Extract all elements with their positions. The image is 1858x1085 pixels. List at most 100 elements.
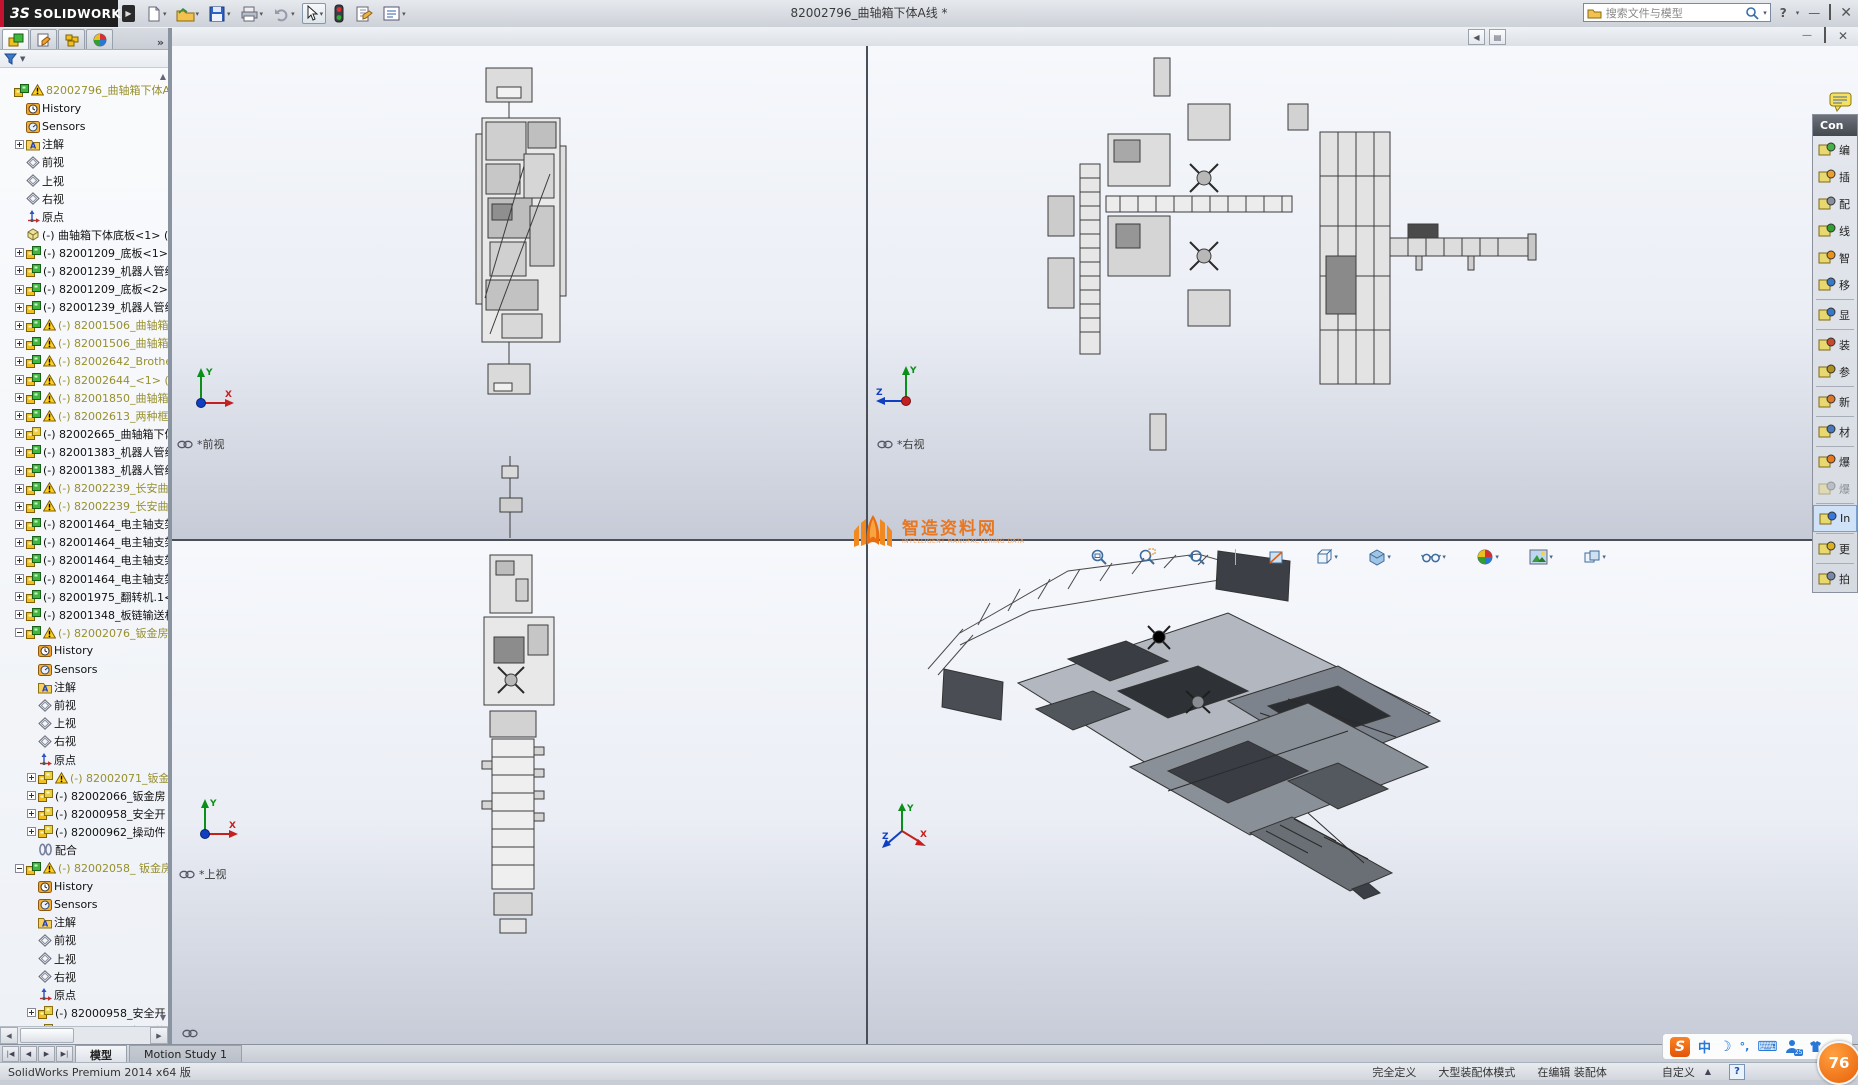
tree-row[interactable]: 前视 (0, 931, 168, 949)
tree-row[interactable]: (-) 82000958_安全开 (0, 1004, 168, 1022)
tree-row[interactable]: (-) 82002071_钣金 (0, 769, 168, 787)
previous-view-button[interactable] (1187, 548, 1205, 566)
tree-row[interactable]: 上视 (0, 714, 168, 732)
reference-geometry-button[interactable]: 参 (1813, 358, 1857, 385)
exploded-view-button[interactable]: 爆 (1813, 448, 1857, 475)
custom-status-expand-icon[interactable]: ▲ (1705, 1067, 1711, 1076)
tree-row[interactable]: (-) 82001464_电主轴支架 (0, 570, 168, 588)
filter-dropdown-icon[interactable]: ▼ (20, 55, 25, 63)
expand-icon[interactable] (14, 302, 24, 312)
tree-row[interactable]: (-) 82001209_底板<1> ( (0, 244, 168, 262)
menu-flyout-arrow-icon[interactable]: ▶ (122, 5, 135, 22)
panel-splitter[interactable] (168, 28, 172, 1044)
doc-minimize-button[interactable]: — (1802, 30, 1812, 42)
viewport-front[interactable]: Y X (172, 46, 866, 539)
tree-row[interactable]: (-) 82001348_板链输送机 (0, 606, 168, 624)
open-button[interactable]: ▾ (174, 4, 202, 24)
zoom-area-button[interactable] (1138, 548, 1156, 566)
insert-components-button[interactable]: 插 (1813, 163, 1857, 190)
doc-restore-button[interactable] (1823, 27, 1826, 43)
view-orientation-button[interactable]: ▾ (1315, 548, 1338, 566)
tree-row[interactable]: (-) 82001239_机器人管线 (0, 298, 168, 316)
ime-language-toggle[interactable]: 中 (1698, 1037, 1711, 1056)
section-view-button[interactable] (1267, 548, 1285, 566)
viewport-top[interactable]: Y X (172, 541, 866, 1044)
tree-row[interactable]: (-) 82001383_机器人管线 (0, 443, 168, 461)
tree-row[interactable]: (-) 82000958_安全开 (0, 805, 168, 823)
custom-status-button[interactable]: 自定义 (1662, 1064, 1695, 1080)
apply-scene-button[interactable]: ▾ (1529, 549, 1553, 565)
expand-icon[interactable] (14, 284, 24, 294)
tree-row[interactable]: (-) 82001464_电主轴支架 (0, 551, 168, 569)
expand-icon[interactable] (14, 555, 24, 565)
viewport-isometric[interactable]: Y X Z (868, 541, 1858, 1044)
tab-featuremanager[interactable] (2, 29, 29, 49)
tree-row[interactable]: 右视 (0, 732, 168, 750)
tree-row[interactable]: A 注解 (0, 678, 168, 696)
tree-row[interactable]: Sensors (0, 895, 168, 913)
collapse-icon[interactable] (14, 628, 24, 638)
select-button[interactable]: ▾ (301, 3, 327, 24)
assembly-features-button[interactable]: 装 (1813, 331, 1857, 358)
tree-row[interactable]: (-) 82001975_翻转机.1<1 (0, 588, 168, 606)
expand-icon[interactable] (26, 809, 36, 819)
tree-row[interactable]: (-) 82002613_两种框 (0, 407, 168, 425)
rebuild-button[interactable] (331, 3, 347, 24)
tree-row[interactable]: 前视 (0, 696, 168, 714)
help-dropdown-icon[interactable]: ▾ (1796, 9, 1800, 17)
ime-fullhalf-moon-icon[interactable]: ☽ (1719, 1039, 1732, 1055)
new-motion-study-button[interactable]: 新 (1813, 388, 1857, 415)
expand-icon[interactable] (14, 574, 24, 584)
tree-row[interactable]: (-) 曲轴箱下体底板<1> ( (0, 226, 168, 244)
tree-row[interactable]: (-) 82001464_电主轴支架 (0, 533, 168, 551)
search-dropdown-icon[interactable]: ▾ (1763, 9, 1767, 17)
tree-row[interactable]: (-) 82002058_ 钣金房 (0, 859, 168, 877)
viewport-right[interactable]: Y Z (868, 46, 1858, 539)
help-button[interactable]: ? (1780, 7, 1787, 19)
new-button[interactable]: ▾ (142, 4, 169, 24)
tab-model[interactable]: 模型 (75, 1045, 127, 1063)
restore-button[interactable] (1829, 4, 1832, 20)
tree-row[interactable]: 原点 (0, 208, 168, 226)
tree-row[interactable]: 右视 (0, 968, 168, 986)
expand-icon[interactable] (14, 248, 24, 258)
search-input[interactable]: 搜索文件与模型 ▾ (1582, 3, 1771, 22)
expand-icon[interactable] (14, 610, 24, 620)
tree-row[interactable]: Sensors (0, 660, 168, 678)
tab-scroll-first-button[interactable]: |◀ (2, 1046, 19, 1062)
tree-row[interactable]: 上视 (0, 171, 168, 189)
tree-row[interactable]: Sensors (0, 117, 168, 135)
tab-motion-study[interactable]: Motion Study 1 (129, 1045, 243, 1063)
save-button[interactable]: ▾ (206, 4, 233, 24)
tab-propertymanager[interactable] (30, 29, 57, 49)
ime-soft-keyboard-icon[interactable]: ⌨ (1757, 1039, 1777, 1055)
tree-scroll-up-icon[interactable]: ▲ (160, 72, 166, 81)
tab-scroll-left-button[interactable]: ◀ (20, 1046, 37, 1062)
scroll-left-icon[interactable]: ◀ (0, 1027, 18, 1044)
pane-scroll-left-button[interactable]: ◀ (1468, 29, 1485, 45)
options-button[interactable]: ▾ (380, 4, 408, 23)
show-hidden-components-button[interactable]: 显 (1813, 301, 1857, 328)
close-button[interactable]: ✕ (1840, 6, 1852, 20)
update-button[interactable]: 更 (1813, 535, 1857, 562)
collapse-icon[interactable] (14, 863, 24, 873)
tree-row[interactable]: (-) 82001383_机器人管线 (0, 461, 168, 479)
bill-of-materials-button[interactable]: 材 (1813, 418, 1857, 445)
comment-flyout-button[interactable] (1829, 92, 1853, 112)
tree-row[interactable]: (-) 82002644_<1> (默 (0, 371, 168, 389)
expand-icon[interactable] (26, 773, 36, 783)
notification-badge[interactable]: 76 (1817, 1041, 1858, 1085)
edit-appearance-button[interactable]: ▾ (1476, 548, 1499, 566)
expand-icon[interactable] (14, 375, 24, 385)
tree-row[interactable]: (-) 82002076_钣金房组 (0, 624, 168, 642)
tree-row[interactable]: History (0, 642, 168, 660)
tree-row[interactable]: 原点 (0, 986, 168, 1004)
tree-row[interactable]: 配合 (0, 841, 168, 859)
tree-row[interactable]: (-) 82002665_曲轴箱下体 (0, 425, 168, 443)
mate-button[interactable]: 配 (1813, 190, 1857, 217)
command-pane-header[interactable]: Con (1813, 115, 1857, 136)
edit-component-button[interactable]: 编 (1813, 136, 1857, 163)
tree-row[interactable]: (-) 82001239_机器人管线 (0, 262, 168, 280)
tree-row[interactable]: 原点 (0, 750, 168, 768)
view-settings-button[interactable]: ▾ (1583, 548, 1606, 566)
